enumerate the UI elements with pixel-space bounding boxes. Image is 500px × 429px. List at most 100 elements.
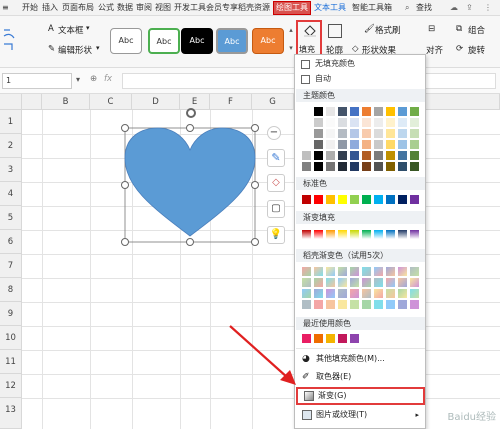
column-header-a[interactable] [22, 94, 42, 110]
theme-color-swatch[interactable] [314, 162, 323, 171]
textbox-icon[interactable]: A [48, 24, 54, 34]
resize-handle[interactable] [251, 181, 259, 189]
theme-color-swatch[interactable] [314, 107, 323, 116]
format-painter-icon[interactable]: 🖌 [364, 24, 375, 34]
picture-texture-item[interactable]: 图片或纹理(T) ▸ [296, 407, 425, 423]
docer-gradient-swatch[interactable] [326, 300, 335, 309]
rotate-handle-icon[interactable] [186, 108, 196, 118]
docer-gradient-swatch[interactable] [374, 278, 383, 287]
tab-view[interactable]: 视图 [155, 2, 171, 14]
docer-gradient-swatch[interactable] [386, 267, 395, 276]
theme-color-swatch[interactable] [386, 118, 395, 127]
theme-color-swatch[interactable] [398, 140, 407, 149]
theme-color-swatch[interactable] [398, 118, 407, 127]
tab-insert[interactable]: 插入 [42, 2, 58, 14]
standard-color-swatch[interactable] [410, 195, 419, 204]
more-fill-colors-item[interactable]: ◕ 其他填充颜色(M)... [296, 351, 425, 367]
docer-gradient-swatch[interactable] [326, 289, 335, 298]
rotate-icon[interactable]: ⟳ [456, 44, 463, 54]
docer-gradient-swatch[interactable] [374, 289, 383, 298]
recent-color-swatch[interactable] [350, 334, 359, 343]
tab-member[interactable]: 会员专享 [206, 2, 238, 14]
edit-shape-dropdown-icon[interactable]: ▾ [96, 44, 100, 52]
tab-developer[interactable]: 开发工具 [174, 2, 206, 14]
fill-float-icon[interactable]: ◇ [267, 174, 285, 192]
gradient-fill-swatch[interactable] [314, 230, 323, 239]
standard-color-swatch[interactable] [362, 195, 371, 204]
theme-color-swatch[interactable] [338, 151, 347, 160]
docer-gradient-swatch[interactable] [398, 300, 407, 309]
row-header[interactable]: 10 [0, 326, 22, 350]
theme-color-swatch[interactable] [350, 162, 359, 171]
theme-color-swatch[interactable] [350, 129, 359, 138]
resize-handle[interactable] [121, 181, 129, 189]
theme-color-swatch[interactable] [398, 129, 407, 138]
row-header[interactable]: 13 [0, 398, 22, 429]
theme-color-swatch[interactable] [338, 162, 347, 171]
app-menu-icon[interactable]: ≡ [2, 2, 9, 14]
eyedropper-item[interactable]: ✐ 取色器(E) [296, 369, 425, 385]
style-preset-1[interactable]: Abc [110, 28, 142, 54]
theme-color-swatch[interactable] [410, 107, 419, 116]
docer-gradient-swatch[interactable] [362, 267, 371, 276]
recent-color-swatch[interactable] [314, 334, 323, 343]
theme-color-swatch[interactable] [410, 140, 419, 149]
bulb-icon[interactable]: 💡 [267, 226, 285, 244]
docer-gradient-swatch[interactable] [302, 267, 311, 276]
theme-color-swatch[interactable] [314, 118, 323, 127]
theme-color-swatch[interactable] [302, 151, 311, 160]
row-header[interactable]: 1 [0, 110, 22, 134]
column-header-b[interactable]: B [42, 94, 90, 110]
theme-color-swatch[interactable] [410, 151, 419, 160]
style-preset-5[interactable]: Abc [252, 28, 284, 54]
tab-formula[interactable]: 公式 [98, 2, 114, 14]
theme-color-swatch[interactable] [362, 129, 371, 138]
standard-color-swatch[interactable] [338, 195, 347, 204]
theme-color-swatch[interactable] [386, 140, 395, 149]
theme-color-swatch[interactable] [374, 151, 383, 160]
theme-color-swatch[interactable] [302, 140, 311, 149]
standard-color-swatch[interactable] [302, 195, 311, 204]
resize-handle[interactable] [121, 124, 129, 132]
theme-color-swatch[interactable] [314, 140, 323, 149]
standard-color-swatch[interactable] [374, 195, 383, 204]
tab-drawing-tools[interactable]: 绘图工具 [273, 1, 311, 15]
theme-color-swatch[interactable] [302, 129, 311, 138]
row-header[interactable]: 3 [0, 158, 22, 182]
more-icon[interactable]: ⋮ [484, 2, 492, 14]
docer-gradient-swatch[interactable] [350, 278, 359, 287]
cloud-icon[interactable]: ☁ [450, 2, 458, 14]
theme-color-swatch[interactable] [410, 129, 419, 138]
docer-gradient-swatch[interactable] [302, 300, 311, 309]
docer-gradient-swatch[interactable] [362, 300, 371, 309]
row-header[interactable]: 12 [0, 374, 22, 398]
style-preset-2[interactable]: Abc [148, 28, 180, 54]
docer-gradient-swatch[interactable] [350, 289, 359, 298]
theme-color-swatch[interactable] [386, 151, 395, 160]
recent-color-swatch[interactable] [338, 334, 347, 343]
docer-gradient-swatch[interactable] [362, 289, 371, 298]
docer-gradient-swatch[interactable] [338, 300, 347, 309]
gradient-fill-swatch[interactable] [398, 230, 407, 239]
docer-gradient-swatch[interactable] [398, 289, 407, 298]
outline-icon[interactable] [328, 24, 342, 38]
theme-color-swatch[interactable] [350, 151, 359, 160]
theme-color-swatch[interactable] [386, 129, 395, 138]
recent-color-swatch[interactable] [326, 334, 335, 343]
theme-color-swatch[interactable] [326, 162, 335, 171]
heart-shape[interactable] [120, 106, 270, 248]
resize-handle[interactable] [186, 124, 194, 132]
theme-color-swatch[interactable] [398, 162, 407, 171]
theme-color-swatch[interactable] [302, 118, 311, 127]
gradient-fill-swatch[interactable] [338, 230, 347, 239]
select-all-corner[interactable] [0, 94, 22, 110]
row-header[interactable]: 11 [0, 350, 22, 374]
docer-gradient-swatch[interactable] [398, 267, 407, 276]
theme-color-swatch[interactable] [398, 151, 407, 160]
docer-gradient-swatch[interactable] [410, 278, 419, 287]
theme-color-swatch[interactable] [338, 107, 347, 116]
row-header[interactable]: 4 [0, 182, 22, 206]
docer-gradient-swatch[interactable] [326, 278, 335, 287]
theme-color-swatch[interactable] [386, 107, 395, 116]
docer-gradient-swatch[interactable] [410, 267, 419, 276]
